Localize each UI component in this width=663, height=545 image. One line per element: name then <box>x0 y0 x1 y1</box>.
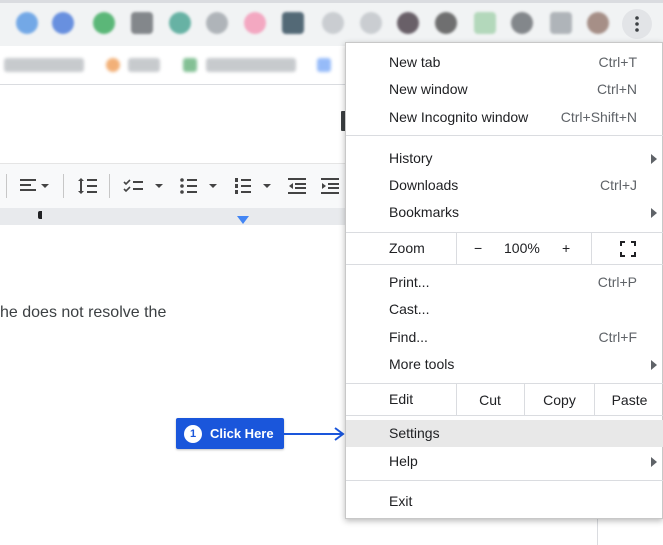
extension-icon[interactable] <box>16 12 38 34</box>
step-number-badge: 1 <box>184 424 202 443</box>
extension-icon[interactable] <box>474 12 496 34</box>
decrease-indent-icon[interactable] <box>288 176 306 196</box>
menu-item-label: Bookmarks <box>389 204 460 220</box>
paste-button[interactable]: Paste <box>595 384 663 415</box>
edit-label: Edit <box>389 391 414 407</box>
kebab-menu-icon <box>635 16 639 32</box>
zoom-out-button[interactable]: − <box>474 240 482 256</box>
toolbar-divider <box>6 174 7 198</box>
menu-item-new-window[interactable]: New window Ctrl+N <box>346 76 663 103</box>
align-left-icon[interactable] <box>20 176 50 196</box>
zoom-in-button[interactable]: + <box>562 240 570 256</box>
menu-separator <box>346 480 663 481</box>
heading-fragment <box>2 211 42 229</box>
increase-indent-icon[interactable] <box>321 176 339 196</box>
menu-item-label: New Incognito window <box>389 109 529 125</box>
bulleted-list-icon[interactable] <box>179 176 223 196</box>
menu-item-print[interactable]: Print... Ctrl+P <box>346 269 663 296</box>
extension-icon[interactable] <box>360 12 382 34</box>
profile-avatar[interactable] <box>587 12 609 34</box>
menu-row-zoom: Zoom − 100% + <box>346 233 663 264</box>
extension-icon[interactable] <box>397 12 419 34</box>
extension-icon[interactable] <box>244 12 266 34</box>
menu-item-label: Help <box>389 453 418 469</box>
toolbar-divider <box>63 174 64 198</box>
line-spacing-icon[interactable] <box>78 176 98 196</box>
extension-icon[interactable] <box>93 12 115 34</box>
menu-item-label: Downloads <box>389 177 459 193</box>
bookmark-favicon-icon[interactable] <box>106 58 120 72</box>
menu-item-label: Cast... <box>389 301 430 317</box>
menu-item-label: Exit <box>389 493 413 509</box>
checklist-icon[interactable] <box>123 176 167 196</box>
window-edge <box>0 0 663 3</box>
arrow-right-icon <box>284 427 345 441</box>
numbered-list-icon[interactable] <box>234 176 278 196</box>
menu-item-label: Settings <box>389 425 440 441</box>
copy-button[interactable]: Copy <box>525 384 594 415</box>
menu-row-edit: Edit Cut Copy Paste <box>346 384 663 415</box>
indent-marker[interactable] <box>237 216 249 224</box>
menu-item-history[interactable]: History <box>346 145 663 172</box>
zoom-level-value: 100% <box>504 240 540 256</box>
extension-icon[interactable] <box>52 12 74 34</box>
menu-item-more-tools[interactable]: More tools <box>346 351 663 378</box>
bookmark-favicon-icon[interactable] <box>317 58 331 72</box>
menu-item-bookmarks[interactable]: Bookmarks <box>346 199 663 226</box>
cut-button[interactable]: Cut <box>457 384 523 415</box>
browser-toolbar <box>0 0 663 46</box>
fullscreen-button[interactable] <box>592 233 663 264</box>
menu-separator <box>346 135 663 136</box>
menu-item-shortcut: Ctrl+F <box>598 329 638 345</box>
submenu-arrow-icon <box>651 360 657 370</box>
bookmark-item[interactable] <box>206 58 296 72</box>
menu-item-shortcut: Ctrl+N <box>596 81 637 97</box>
click-here-callout: 1 Click Here <box>176 418 284 449</box>
extension-icon[interactable] <box>511 12 533 34</box>
menu-item-help[interactable]: Help <box>346 448 663 475</box>
zoom-divider <box>456 233 457 264</box>
menu-item-shortcut: Ctrl+Shift+N <box>560 109 637 125</box>
toolbar-divider <box>109 174 110 198</box>
menu-item-label: More tools <box>389 356 455 372</box>
extension-icon[interactable] <box>131 12 153 34</box>
menu-item-label: History <box>389 150 433 166</box>
chrome-menu-button[interactable] <box>622 9 652 39</box>
extension-icon[interactable] <box>169 12 191 34</box>
document-body-text: he does not resolve the <box>0 304 167 321</box>
fullscreen-icon <box>620 240 636 257</box>
chrome-main-menu: New tab Ctrl+T New window Ctrl+N New Inc… <box>345 42 663 519</box>
menu-item-label: New window <box>389 81 468 97</box>
extension-icon[interactable] <box>206 12 228 34</box>
menu-item-label: Print... <box>389 274 430 290</box>
bookmark-favicon-icon[interactable] <box>183 58 197 72</box>
menu-item-label: New tab <box>389 54 441 70</box>
submenu-arrow-icon <box>651 457 657 467</box>
menu-item-label: Find... <box>389 329 428 345</box>
menu-item-find[interactable]: Find... Ctrl+F <box>346 324 663 351</box>
zoom-label: Zoom <box>389 240 425 256</box>
menu-item-cast[interactable]: Cast... <box>346 296 663 323</box>
menu-separator <box>346 264 663 265</box>
submenu-arrow-icon <box>651 154 657 164</box>
menu-item-new-incognito-window[interactable]: New Incognito window Ctrl+Shift+N <box>346 104 663 131</box>
extension-icon[interactable] <box>282 12 304 34</box>
menu-item-downloads[interactable]: Downloads Ctrl+J <box>346 172 663 199</box>
extension-icon[interactable] <box>435 12 457 34</box>
extension-icon[interactable] <box>550 12 572 34</box>
bookmark-item[interactable] <box>4 58 84 72</box>
bookmark-item[interactable] <box>128 58 160 72</box>
menu-item-shortcut: Ctrl+J <box>600 177 637 193</box>
menu-item-exit[interactable]: Exit <box>346 488 663 515</box>
submenu-arrow-icon <box>651 208 657 218</box>
menu-separator <box>346 415 663 416</box>
extension-icon[interactable] <box>322 12 344 34</box>
callout-label: Click Here <box>210 426 274 441</box>
menu-item-shortcut: Ctrl+P <box>597 274 637 290</box>
menu-item-shortcut: Ctrl+T <box>598 54 638 70</box>
menu-item-settings[interactable]: Settings <box>346 420 663 447</box>
menu-item-new-tab[interactable]: New tab Ctrl+T <box>346 49 663 76</box>
